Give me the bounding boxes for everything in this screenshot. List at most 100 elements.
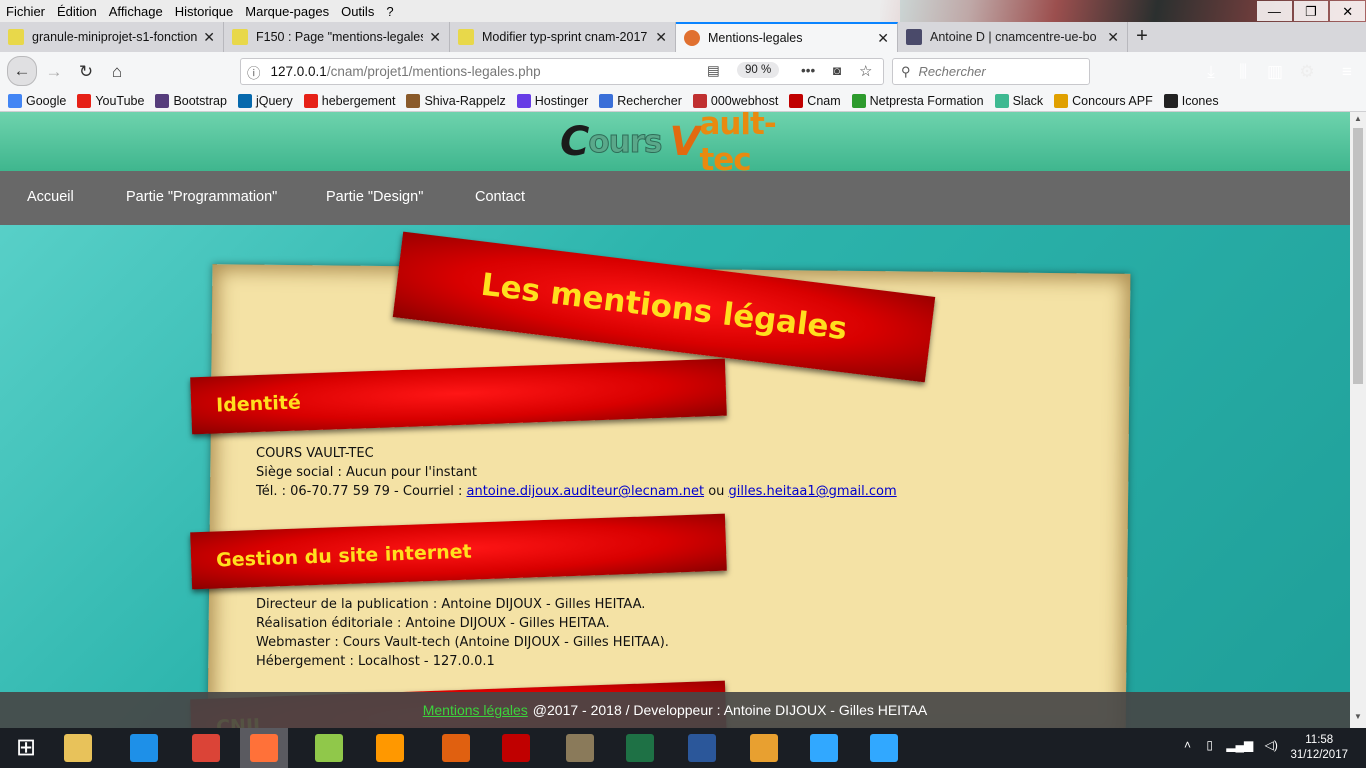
back-button[interactable]: ← [7, 56, 37, 86]
home-button[interactable]: ⌂ [104, 59, 130, 85]
bookmark-8[interactable]: 000webhost [692, 93, 779, 108]
taskbar-app-sublime-text[interactable] [366, 728, 414, 768]
scroll-up-arrow-icon[interactable]: ▲ [1350, 114, 1366, 128]
close-window-button[interactable]: ✕ [1330, 1, 1366, 21]
bookmark-6[interactable]: Hostinger [516, 93, 588, 108]
taskbar-app-chrome[interactable] [182, 728, 230, 768]
url-path: /cnam/projet1/mentions-legales.php [326, 64, 541, 79]
editorial-realisation: Réalisation éditoriale : Antoine DIJOUX … [256, 616, 610, 631]
site-logo[interactable]: C ours V ault-tec [560, 112, 800, 178]
nav-programmation[interactable]: Partie "Programmation" [126, 189, 277, 205]
taskbar-app-excel[interactable] [616, 728, 664, 768]
tab-mentions-legales[interactable]: Mentions-legales ✕ [676, 22, 898, 52]
bookmark-favicon-icon [1163, 93, 1178, 108]
nav-design[interactable]: Partie "Design" [326, 189, 423, 205]
bookmark-11[interactable]: Slack [994, 93, 1043, 108]
tab-close-icon[interactable]: ✕ [877, 30, 889, 47]
taskbar-app-internet-explorer[interactable] [120, 728, 168, 768]
bookmark-label: 000webhost [710, 93, 779, 108]
taskbar-app-start[interactable]: ⊞ [2, 728, 50, 768]
tray-icons[interactable]: ˄ ▯ ▂▄▆ ◁) [1184, 738, 1278, 752]
tab-modifier[interactable]: Modifier typ-sprint cnam-2017 ✕ [450, 22, 676, 52]
bookmark-10[interactable]: Netpresta Formation [851, 93, 984, 108]
email-link-gilles[interactable]: gilles.heitaa1@gmail.com [729, 484, 897, 499]
new-tab-button[interactable]: + [1128, 22, 1156, 52]
page-scrollbar[interactable]: ▲ ▼ [1350, 112, 1366, 728]
tab-close-icon[interactable]: ✕ [655, 29, 667, 46]
taskbar-app-word[interactable] [678, 728, 726, 768]
taskbar-app-21[interactable] [432, 728, 480, 768]
bookmark-4[interactable]: hebergement [303, 93, 395, 108]
taskbar-app-gimp[interactable] [556, 728, 604, 768]
bookmark-5[interactable]: Shiva-Rappelz [406, 93, 506, 108]
email-link-antoine[interactable]: antoine.dijoux.auditeur@lecnam.net [466, 484, 704, 499]
window-controls: — ❐ ✕ [1256, 0, 1366, 22]
system-clock[interactable]: 11:58 31/12/2017 [1290, 733, 1348, 763]
taskbar-app-photoshop[interactable] [800, 728, 848, 768]
bookmark-13[interactable]: Icones [1163, 93, 1219, 108]
menu-affichage[interactable]: Affichage [109, 4, 163, 19]
bookmark-9[interactable]: Cnam [789, 93, 841, 108]
menu-aide[interactable]: ? [386, 4, 393, 19]
logo-text-ours: ours [588, 124, 663, 161]
volume-icon[interactable]: ◁) [1265, 738, 1278, 752]
tab-close-icon[interactable]: ✕ [203, 29, 215, 46]
tab-granule[interactable]: granule-miniprojet-s1-fonction ✕ [0, 22, 224, 52]
settings-gear-icon[interactable]: ⚙ [1294, 59, 1320, 85]
bookmark-12[interactable]: Concours APF [1054, 93, 1153, 108]
bookmark-label: Google [26, 93, 67, 108]
nav-contact[interactable]: Contact [475, 189, 525, 205]
reader-view-icon[interactable]: ▤ [707, 63, 720, 79]
taskbar-app-paint[interactable] [740, 728, 788, 768]
tab-antoine[interactable]: Antoine D | cnamcentre-ue-bo ✕ [898, 22, 1128, 52]
slack-favicon-icon [906, 29, 922, 45]
network-icon[interactable]: ▂▄▆ [1226, 738, 1253, 752]
downloads-icon[interactable]: ⤓ [1198, 59, 1224, 85]
nav-accueil[interactable]: Accueil [27, 189, 74, 205]
bookmark-0[interactable]: Google [8, 93, 67, 108]
chrome-icon [192, 734, 220, 762]
tab-close-icon[interactable]: ✕ [1107, 29, 1119, 46]
bookmark-label: Cnam [807, 93, 841, 108]
address-bar[interactable]: ⓘ 127.0.0.1 /cnam/projet1/mentions-legal… [240, 58, 884, 85]
taskbar-app-notepad-[interactable] [305, 728, 353, 768]
hamburger-menu-icon[interactable]: ≡ [1334, 59, 1360, 85]
forward-button[interactable]: → [41, 59, 67, 85]
sidebar-icon[interactable]: ▥ [1262, 59, 1288, 85]
taskbar-app-photoshop[interactable] [860, 728, 908, 768]
menu-fichier[interactable]: Fichier [6, 4, 45, 19]
menu-edition[interactable]: Édition [57, 4, 97, 19]
page-actions-icon[interactable]: ••• [801, 63, 815, 78]
pocket-icon[interactable]: ◙ [833, 63, 841, 78]
footer-mentions-link[interactable]: Mentions légales [423, 702, 528, 718]
bookmark-7[interactable]: Rechercher [599, 93, 682, 108]
hosting: Hébergement : Localhost - 127.0.0.1 [256, 654, 495, 669]
minimize-button[interactable]: — [1257, 1, 1292, 21]
search-placeholder: Rechercher [918, 64, 986, 79]
search-bar[interactable]: ⚲ Rechercher [892, 58, 1090, 85]
tab-close-icon[interactable]: ✕ [429, 29, 441, 46]
bookmark-2[interactable]: Bootstrap [155, 93, 227, 108]
scroll-down-arrow-icon[interactable]: ▼ [1350, 712, 1366, 726]
menu-marque-pages[interactable]: Marque-pages [245, 4, 329, 19]
site-nav: Accueil Partie "Programmation" Partie "D… [0, 171, 1350, 225]
zoom-indicator[interactable]: 90 % [737, 62, 780, 78]
restore-button[interactable]: ❐ [1293, 1, 1329, 21]
menu-historique[interactable]: Historique [175, 4, 234, 19]
taskbar-app-firefox[interactable] [240, 728, 288, 768]
taskbar-app-file-explorer[interactable] [54, 728, 102, 768]
tray-device-icon[interactable]: ▯ [1206, 738, 1213, 752]
scrollbar-thumb[interactable] [1353, 128, 1363, 384]
bookmark-1[interactable]: YouTube [77, 93, 144, 108]
bookmark-favicon-icon [789, 93, 804, 108]
library-icon[interactable]: ⫼ [1230, 59, 1256, 85]
info-icon[interactable]: ⓘ [247, 62, 261, 82]
bookmark-star-icon[interactable]: ☆ [859, 62, 872, 80]
bookmark-3[interactable]: jQuery [237, 93, 293, 108]
tab-f150[interactable]: F150 : Page "mentions-legales.php ✕ [224, 22, 450, 52]
tray-chevron-icon[interactable]: ˄ [1184, 738, 1191, 752]
reload-button[interactable]: ↻ [73, 59, 99, 85]
menu-outils[interactable]: Outils [341, 4, 374, 19]
taskbar-app-filezilla[interactable] [492, 728, 540, 768]
publication-director: Directeur de la publication : Antoine DI… [256, 597, 646, 612]
